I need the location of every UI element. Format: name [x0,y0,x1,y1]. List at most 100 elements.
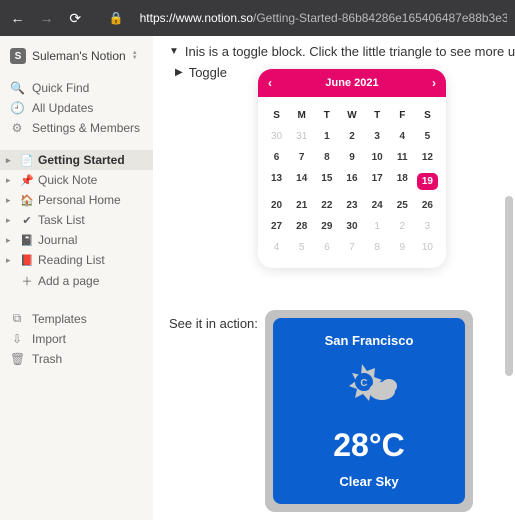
weather-icon: C [334,358,404,418]
url-path: /Getting-Started-86b84286e165406487e88b3… [253,11,507,25]
calendar-day-header: S [264,105,289,126]
url-host: https://www.notion.so [140,11,253,25]
calendar-date[interactable]: 28 [289,216,314,237]
caret-icon: ▸ [6,195,16,206]
calendar-date[interactable]: 1 [365,216,390,237]
toggle-text: Toggle [189,65,227,80]
sidebar-label: Settings & Members [32,121,140,135]
plus-icon: ＋ [20,273,34,289]
sidebar-label: Import [32,332,66,346]
sidebar-icon: 🗑 [10,352,24,366]
calendar-day-header: T [365,105,390,126]
sidebar-icon: ⚙ [10,121,24,135]
calendar-date[interactable]: 7 [289,147,314,168]
scrollbar[interactable] [505,196,513,376]
sidebar-item-settings-members[interactable]: ⚙ Settings & Members [0,118,153,138]
page-journal[interactable]: ▸📓Journal [0,230,153,250]
page-label: Task List [38,213,85,227]
calendar-date[interactable]: 16 [339,168,364,195]
calendar-date[interactable]: 5 [289,237,314,258]
calendar-date[interactable]: 18 [390,168,415,195]
forward-button[interactable]: → [37,10,56,26]
calendar-date[interactable]: 6 [264,147,289,168]
toggle-block[interactable]: ▼ Inis is a toggle block. Click the litt… [169,44,515,59]
page-label: Quick Note [38,173,97,187]
sidebar-templates[interactable]: ⧉Templates [0,308,153,329]
page-quick-note[interactable]: ▸ 📌 Quick Note [0,170,153,190]
calendar-date[interactable]: 17 [365,168,390,195]
calendar-day-header: F [390,105,415,126]
calendar-date[interactable]: 31 [289,126,314,147]
sidebar-icon: ⇩ [10,332,24,346]
page-reading-list[interactable]: ▸📕Reading List [0,250,153,270]
calendar-date[interactable]: 4 [390,126,415,147]
sidebar-import[interactable]: ⇩ Import [0,329,153,349]
calendar-next-button[interactable]: › [432,76,436,90]
page-getting-started[interactable]: ▸📄Getting Started [0,150,153,170]
calendar-day-header: W [339,105,364,126]
page-icon: 📓 [20,234,34,247]
page-icon: 📌 [20,174,34,187]
calendar-date[interactable]: 8 [314,147,339,168]
calendar-date[interactable]: 29 [314,216,339,237]
calendar-date[interactable]: 22 [314,195,339,216]
sidebar-trash[interactable]: 🗑 Trash [0,349,153,369]
calendar-prev-button[interactable]: ‹ [268,76,272,90]
calendar-date[interactable]: 21 [289,195,314,216]
calendar-date[interactable]: 20 [264,195,289,216]
calendar-date[interactable]: 2 [390,216,415,237]
sidebar-label: All Updates [32,101,93,115]
caret-icon: ▸ [6,175,16,186]
add-page-button[interactable]: ＋ Add a page [0,270,153,292]
calendar-date[interactable]: 30 [339,216,364,237]
calendar-date[interactable]: 1 [314,126,339,147]
calendar-date[interactable]: 3 [365,126,390,147]
calendar-date[interactable]: 4 [264,237,289,258]
calendar-date[interactable]: 15 [314,168,339,195]
weather-widget: San Francisco C 28°C Clear Sky [265,310,473,512]
page-icon: 📕 [20,254,34,267]
calendar-date[interactable]: 10 [415,237,440,258]
calendar-date[interactable]: 13 [264,168,289,195]
caret-icon: ▸ [6,155,16,166]
sidebar: S Suleman's Notion ▲▼ 🔍 Quick Find 🕘All Up… [0,36,153,520]
sidebar-item-all-updates[interactable]: 🕘All Updates [0,98,153,118]
calendar-date[interactable]: 23 [339,195,364,216]
sidebar-label: Quick Find [32,81,89,95]
calendar-date[interactable]: 7 [339,237,364,258]
back-button[interactable]: ← [8,10,27,26]
calendar-date[interactable]: 11 [390,147,415,168]
workspace-switcher[interactable]: S Suleman's Notion ▲▼ [0,44,153,68]
sidebar-icon: 🔍 [10,81,24,95]
calendar-date[interactable]: 2 [339,126,364,147]
page-icon: ✔ [20,214,34,227]
updown-icon: ▲▼ [132,51,138,61]
reload-button[interactable]: ⟳ [66,10,85,27]
calendar-date[interactable]: 25 [390,195,415,216]
page-icon: 📄 [20,154,34,167]
calendar-date[interactable]: 8 [365,237,390,258]
weather-city: San Francisco [325,333,414,348]
sidebar-label: Trash [32,352,62,366]
calendar-date[interactable]: 10 [365,147,390,168]
caret-icon: ▸ [6,215,16,226]
calendar-date[interactable]: 19 [415,168,440,195]
page-label: Journal [38,233,77,247]
calendar-date[interactable]: 12 [415,147,440,168]
calendar-date[interactable]: 5 [415,126,440,147]
url-bar[interactable]: https://www.notion.so/Getting-Started-86… [140,11,507,25]
calendar-date[interactable]: 27 [264,216,289,237]
sidebar-item-quick-find[interactable]: 🔍 Quick Find [0,78,153,98]
page-task-list[interactable]: ▸ ✔ Task List [0,210,153,230]
calendar-date[interactable]: 24 [365,195,390,216]
page-personal-home[interactable]: ▸🏠Personal Home [0,190,153,210]
calendar-date[interactable]: 26 [415,195,440,216]
calendar-date[interactable]: 14 [289,168,314,195]
calendar-date[interactable]: 9 [339,147,364,168]
calendar-date[interactable]: 3 [415,216,440,237]
calendar-date[interactable]: 6 [314,237,339,258]
calendar-date[interactable]: 30 [264,126,289,147]
calendar-widget: ‹ June 2021 › SMTWTFS3031123456789101112… [258,69,446,268]
weather-temp: 28°C [333,427,405,464]
calendar-date[interactable]: 9 [390,237,415,258]
